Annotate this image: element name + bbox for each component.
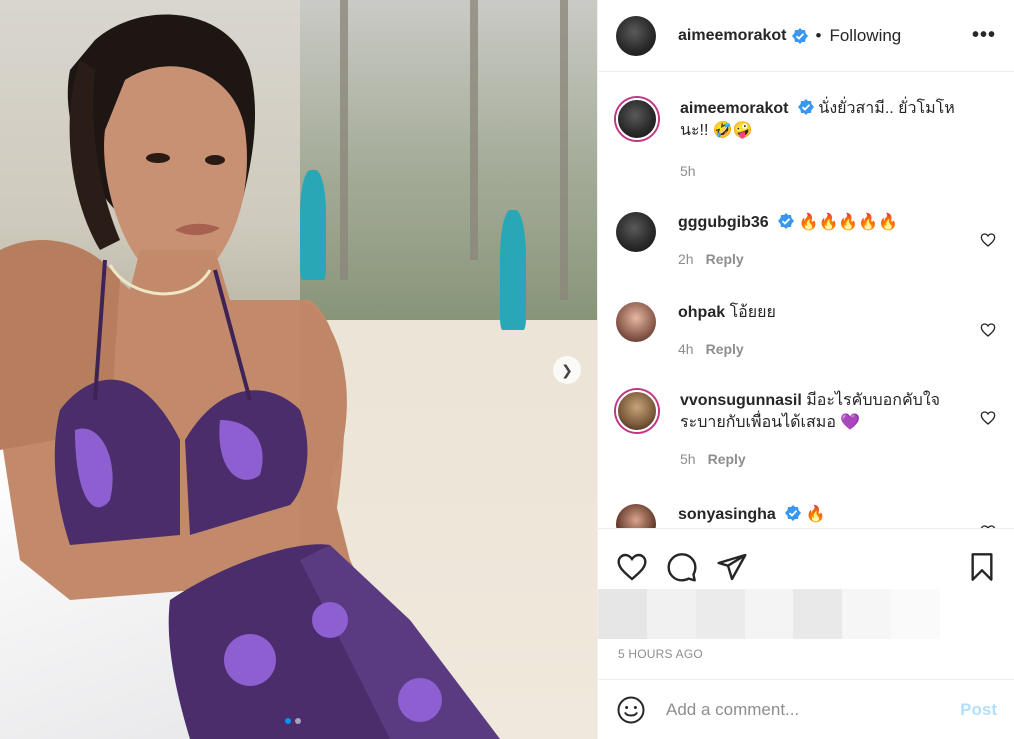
likes-summary-redacted <box>598 589 941 639</box>
caption-time[interactable]: 5h <box>680 163 696 179</box>
comment-item: sonyasingha 🔥 <box>616 504 1006 528</box>
like-comment-heart-icon[interactable] <box>980 232 996 248</box>
comment-time[interactable]: 4h <box>678 341 694 357</box>
comment-item: ohpak โอ้ยยย 4h Reply <box>616 302 1006 360</box>
comment-text: โอ้ยยย <box>729 304 776 321</box>
carousel-dot <box>295 718 301 724</box>
like-comment-heart-icon[interactable] <box>980 322 996 338</box>
reply-button[interactable]: Reply <box>706 251 744 267</box>
caption: aimeemorakot นั่งยั่วสามี.. ยั่วโมโหนะ!!… <box>616 98 1006 182</box>
post-header: aimeemorakot • Following ••• <box>598 0 1014 72</box>
author-avatar[interactable] <box>616 15 656 56</box>
reply-button[interactable]: Reply <box>706 341 744 357</box>
separator-dot: • <box>815 25 822 45</box>
comments-list[interactable]: aimeemorakot นั่งยั่วสามี.. ยั่วโมโหนะ!!… <box>598 72 1014 528</box>
add-comment-bar: Post <box>598 679 1014 739</box>
post-timestamp[interactable]: 5 HOURS AGO <box>618 647 703 661</box>
post-actions: 5 HOURS AGO <box>598 528 1014 678</box>
verified-badge-icon <box>785 505 802 521</box>
verified-badge-icon <box>778 213 795 229</box>
verified-badge-icon <box>797 99 814 115</box>
commenter-avatar[interactable] <box>616 212 656 252</box>
comment-username[interactable]: gggubgib36 <box>678 214 769 231</box>
comment-text: 🔥🔥🔥🔥🔥 <box>798 214 899 231</box>
smiley-icon[interactable] <box>616 695 646 725</box>
comment-time[interactable]: 2h <box>678 251 694 267</box>
add-comment-input[interactable] <box>666 699 961 720</box>
comment-time[interactable]: 5h <box>680 451 696 467</box>
bookmark-icon[interactable] <box>966 551 998 583</box>
comment-text: 🔥 <box>805 506 826 523</box>
comment-username[interactable]: sonyasingha <box>678 506 776 523</box>
comment-item: gggubgib36 🔥🔥🔥🔥🔥 2h Reply <box>616 212 1006 270</box>
chevron-right-icon: ❯ <box>561 361 573 378</box>
commenter-avatar[interactable] <box>616 302 656 342</box>
commenter-avatar[interactable] <box>616 504 656 528</box>
carousel-indicator <box>285 718 301 724</box>
paper-plane-icon[interactable] <box>716 551 748 583</box>
more-options-icon[interactable]: ••• <box>972 24 996 47</box>
comment-bubble-icon[interactable] <box>666 551 698 583</box>
following-button[interactable]: Following <box>829 26 901 46</box>
verified-badge-icon <box>791 27 808 44</box>
person-figure <box>0 14 500 739</box>
comment-item: vvonsugunnasil มีอะไรคับบอกคับใจ ระบายกั… <box>616 390 1006 470</box>
author-username[interactable]: aimeemorakot <box>678 27 787 45</box>
post-photo[interactable]: ❯ <box>0 0 597 739</box>
caption-username[interactable]: aimeemorakot <box>680 100 789 117</box>
heart-icon[interactable] <box>616 551 648 583</box>
post-side-panel: aimeemorakot • Following ••• aimeemorako… <box>597 0 1014 739</box>
reply-button[interactable]: Reply <box>708 451 746 467</box>
like-comment-heart-icon[interactable] <box>980 410 996 426</box>
post-comment-button[interactable]: Post <box>960 700 997 720</box>
carousel-next-button[interactable]: ❯ <box>553 356 581 384</box>
commenter-avatar[interactable] <box>616 390 658 432</box>
carousel-dot-active <box>285 718 291 724</box>
comment-username[interactable]: ohpak <box>678 304 725 321</box>
author-avatar[interactable] <box>616 98 658 140</box>
comment-username[interactable]: vvonsugunnasil <box>680 392 802 409</box>
